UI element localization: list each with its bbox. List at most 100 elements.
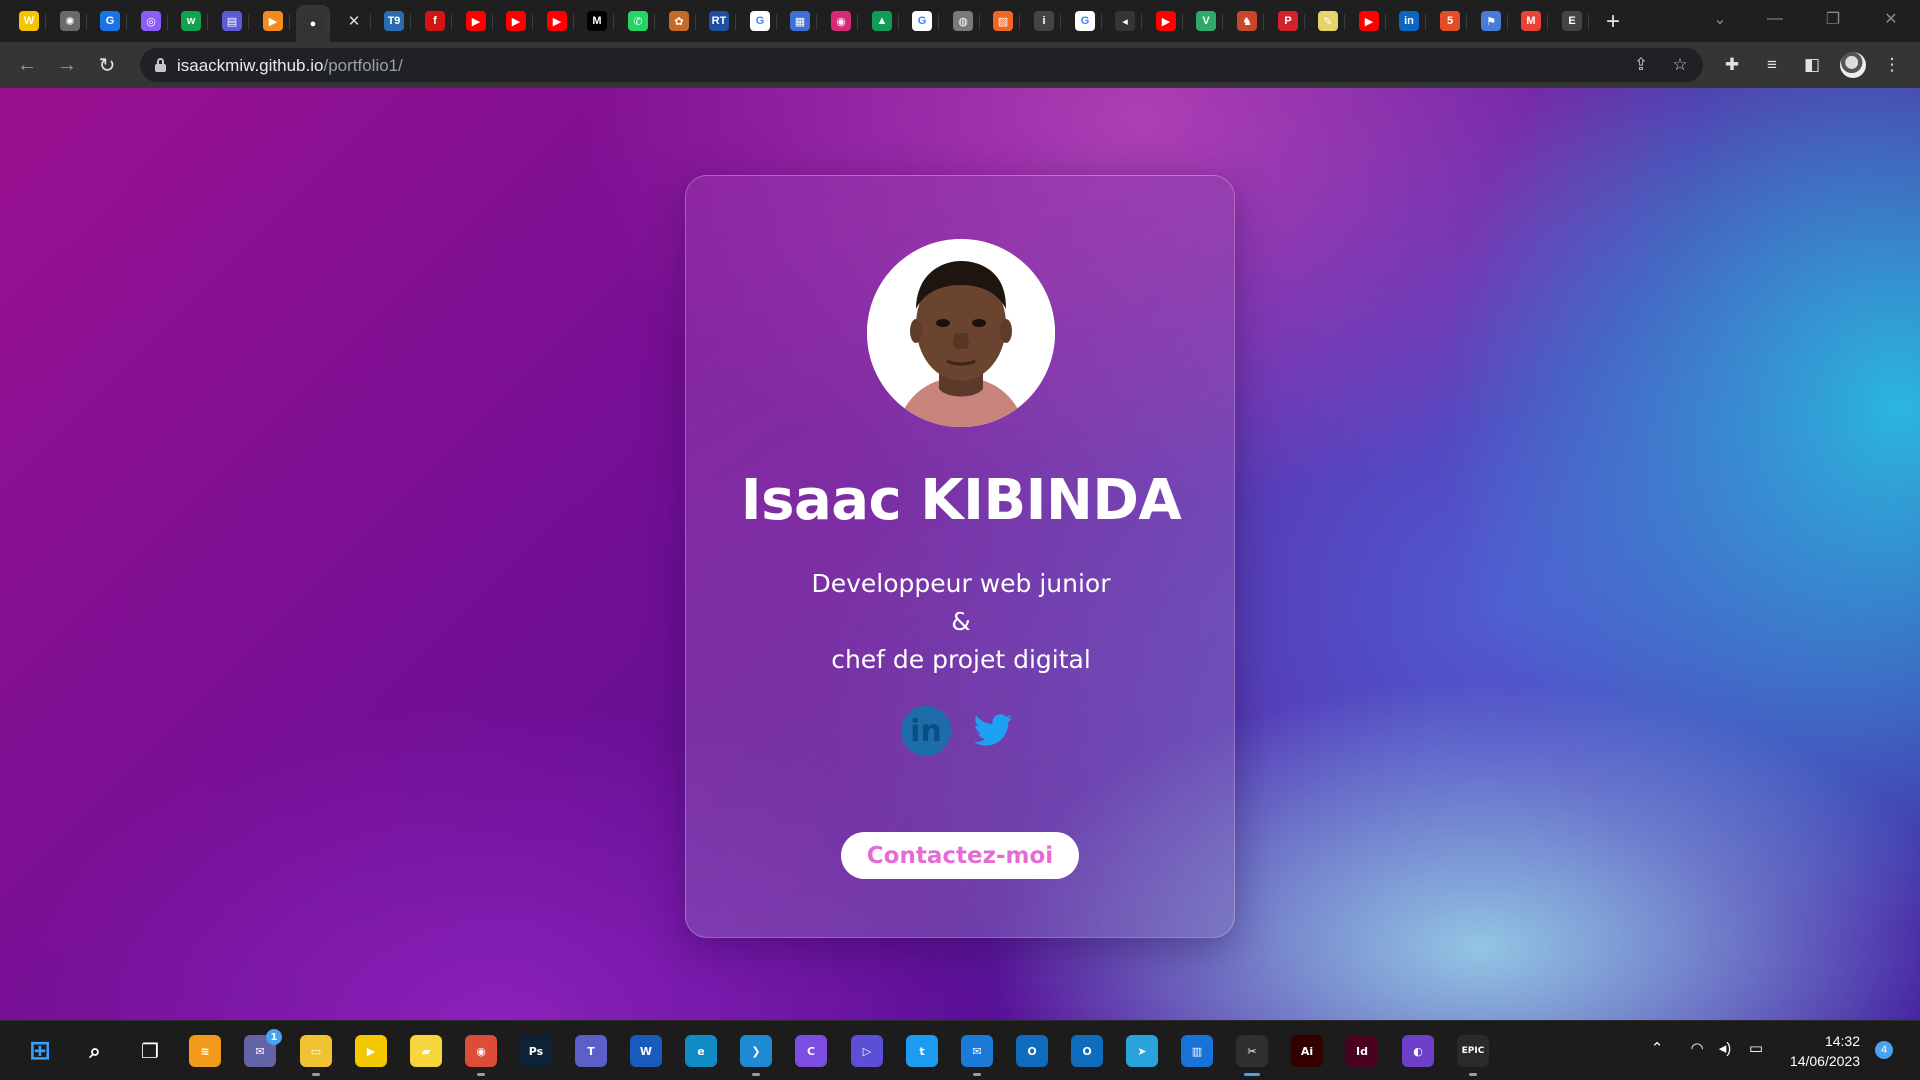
- info-tab-icon: i: [1034, 11, 1054, 31]
- power-automate-icon[interactable]: ▷: [851, 1035, 883, 1067]
- forward-button[interactable]: →: [52, 50, 82, 80]
- twitter-icon[interactable]: [971, 710, 1015, 752]
- browser-tab[interactable]: P: [1271, 5, 1305, 37]
- share-icon[interactable]: ⇪: [1629, 53, 1653, 77]
- reading-list-icon[interactable]: ≡: [1758, 51, 1786, 79]
- outlook-beta-icon[interactable]: O: [1071, 1035, 1103, 1067]
- mail-icon[interactable]: ✉: [961, 1035, 993, 1076]
- browser-tab[interactable]: ▨: [986, 5, 1020, 37]
- browser-tab[interactable]: T9: [377, 5, 411, 37]
- browser-tab[interactable]: ▤: [215, 5, 249, 37]
- vscode-icon[interactable]: ❯: [740, 1035, 772, 1076]
- minimize-button[interactable]: —: [1755, 4, 1795, 34]
- url-text[interactable]: isaackmiw.github.io/portfolio1/: [177, 56, 403, 76]
- chrome-icon[interactable]: ◉: [465, 1035, 497, 1076]
- bookmark-star-icon[interactable]: ☆: [1668, 53, 1692, 77]
- lock-icon[interactable]: [155, 58, 166, 72]
- browser-tab[interactable]: ▶: [1149, 5, 1183, 37]
- browser-tab[interactable]: ✺: [53, 5, 87, 37]
- browser-tab[interactable]: ⚑: [1474, 5, 1508, 37]
- browser-tab[interactable]: G: [743, 5, 777, 37]
- photoshop-icon[interactable]: Ps: [520, 1035, 552, 1067]
- browser-tab[interactable]: E: [1555, 5, 1589, 37]
- browser-tab[interactable]: ●: [296, 5, 330, 42]
- tab-search-icon[interactable]: ⌄: [1700, 4, 1740, 34]
- browser-tab[interactable]: in: [1392, 5, 1426, 37]
- browser-tab[interactable]: W: [12, 5, 46, 37]
- linkedin-tab-icon: in: [1399, 11, 1419, 31]
- back-button[interactable]: ←: [12, 50, 42, 80]
- browser-tab[interactable]: V: [1189, 5, 1223, 37]
- teams-icon[interactable]: T: [575, 1035, 607, 1067]
- trello-icon[interactable]: ▥: [1181, 1035, 1213, 1067]
- battery-icon[interactable]: ▭: [1745, 1039, 1767, 1057]
- stack-app-icon[interactable]: ≋: [189, 1035, 221, 1067]
- browser-tab[interactable]: ▲: [865, 5, 899, 37]
- browser-tab[interactable]: ▶: [499, 5, 533, 37]
- outlook-icon[interactable]: O: [1016, 1035, 1048, 1067]
- reload-button[interactable]: ↻: [92, 50, 122, 80]
- epic-games-icon[interactable]: EPIC: [1457, 1035, 1489, 1076]
- wifi-icon[interactable]: ◠: [1686, 1039, 1708, 1057]
- browser-tab[interactable]: i: [1027, 5, 1061, 37]
- browser-tab[interactable]: ▶: [540, 5, 574, 37]
- canva-icon[interactable]: C: [795, 1035, 827, 1067]
- restore-button[interactable]: ❐: [1813, 4, 1853, 34]
- browser-tab[interactable]: ▶: [459, 5, 493, 37]
- contact-button[interactable]: Contactez-moi: [841, 832, 1079, 879]
- browser-tab[interactable]: G: [93, 5, 127, 37]
- twitter-app-icon[interactable]: t: [906, 1035, 938, 1067]
- browser-tab[interactable]: ◍: [946, 5, 980, 37]
- browser-tab[interactable]: ♞: [1230, 5, 1264, 37]
- browser-tab[interactable]: G: [1068, 5, 1102, 37]
- telegram-icon[interactable]: ➤: [1126, 1035, 1158, 1067]
- browser-tab[interactable]: ✆: [621, 5, 655, 37]
- browser-tab[interactable]: ▶: [256, 5, 290, 37]
- taskbar-app-glyph: t: [919, 1044, 925, 1058]
- edge-icon[interactable]: e: [685, 1035, 717, 1067]
- browser-tab[interactable]: M: [1514, 5, 1548, 37]
- medium-tab-icon: M: [587, 11, 607, 31]
- close-window-button[interactable]: ✕: [1871, 4, 1911, 34]
- browser-tab[interactable]: G: [905, 5, 939, 37]
- browser-tab[interactable]: M: [580, 5, 614, 37]
- browser-tab[interactable]: ◉: [824, 5, 858, 37]
- menu-kebab-icon[interactable]: ⋮: [1878, 51, 1906, 79]
- youtube-tab-icon: ▶: [1156, 11, 1176, 31]
- browser-tab[interactable]: ✎: [1311, 5, 1345, 37]
- side-panel-icon[interactable]: ◧: [1798, 51, 1826, 79]
- browser-tab[interactable]: ◂: [1108, 5, 1142, 37]
- system-clock[interactable]: 14:32 14/06/2023: [1780, 1031, 1860, 1071]
- chevron-up-icon[interactable]: ⌃: [1646, 1039, 1668, 1057]
- browser-tab[interactable]: ▦: [783, 5, 817, 37]
- notification-badge[interactable]: 4: [1875, 1041, 1893, 1059]
- new-tab-button[interactable]: +: [1599, 8, 1627, 36]
- snipping-tool-icon[interactable]: ✂: [1236, 1035, 1268, 1076]
- github-desktop-icon[interactable]: ◐: [1402, 1035, 1434, 1067]
- task-view-icon[interactable]: ❐: [134, 1035, 166, 1067]
- illustrator-icon[interactable]: Ai: [1291, 1035, 1323, 1067]
- volume-icon[interactable]: ◂): [1714, 1039, 1736, 1057]
- windows-start-icon[interactable]: ⊞: [24, 1035, 56, 1067]
- tab-separator: [1222, 14, 1223, 30]
- file-explorer-icon[interactable]: ▭: [300, 1035, 332, 1076]
- extensions-icon[interactable]: ✚: [1718, 51, 1746, 79]
- browser-tab[interactable]: RT: [702, 5, 736, 37]
- search-icon[interactable]: ⌕: [79, 1035, 111, 1067]
- teams-chat-icon[interactable]: ✉ 1: [244, 1029, 282, 1067]
- active-tab-close-button[interactable]: ✕: [337, 5, 371, 37]
- browser-tab[interactable]: ✿: [662, 5, 696, 37]
- browser-tab[interactable]: ▶: [1352, 5, 1386, 37]
- address-bar[interactable]: isaackmiw.github.io/portfolio1/ ⇪ ☆: [140, 48, 1703, 82]
- browser-tab[interactable]: 5: [1433, 5, 1467, 37]
- linkedin-icon[interactable]: in: [901, 706, 951, 756]
- word-icon[interactable]: W: [630, 1035, 662, 1067]
- sticky-notes-icon[interactable]: ▰: [410, 1035, 442, 1067]
- indesign-icon[interactable]: Id: [1346, 1035, 1378, 1067]
- profile-avatar[interactable]: [1840, 52, 1866, 78]
- player-icon[interactable]: ▶: [355, 1035, 387, 1067]
- tab-separator: [1263, 14, 1264, 30]
- browser-tab[interactable]: ◎: [134, 5, 168, 37]
- browser-tab[interactable]: f: [418, 5, 452, 37]
- browser-tab[interactable]: w: [174, 5, 208, 37]
